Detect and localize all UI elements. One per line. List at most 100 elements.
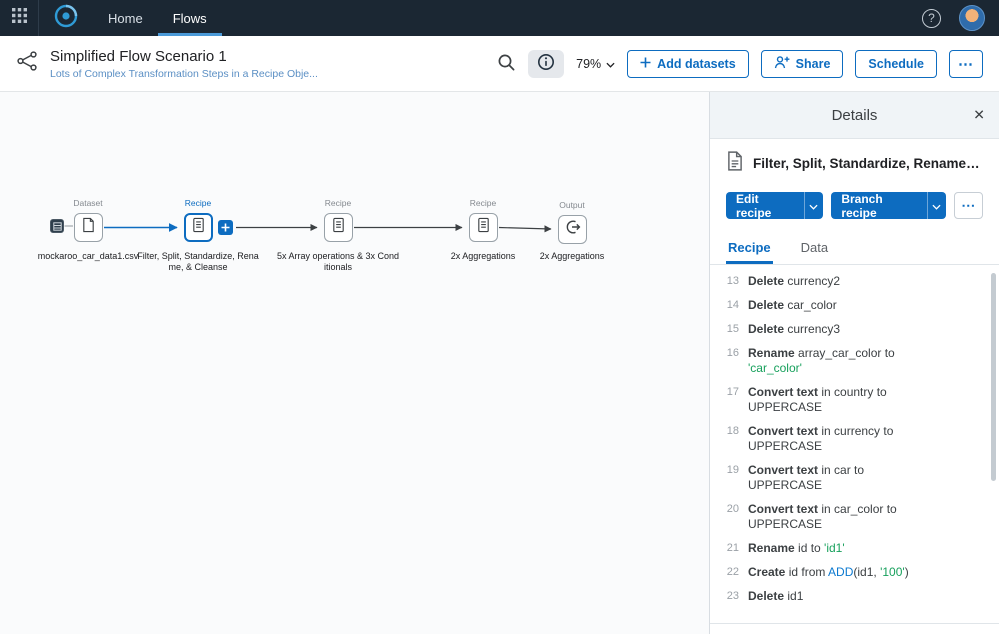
recipe-step-row[interactable]: 18 Convert text in currency to UPPERCASE [710,419,999,458]
recipe-icon [191,217,206,238]
nav-flows[interactable]: Flows [157,0,222,36]
edit-recipe-button[interactable]: Edit recipe [726,192,804,220]
branch-recipe-split-button: Branch recipe [831,192,947,220]
help-icon[interactable]: ? [922,8,941,28]
node-recipe-2[interactable] [324,213,353,242]
node-recipe-1[interactable] [184,213,213,242]
recipe-step-row[interactable]: 22 Create id from ADD(id1, '100') [710,560,999,584]
step-number: 17 [726,385,739,398]
schedule-label: Schedule [868,56,924,71]
details-title: Details [831,106,878,124]
recipe-step-row[interactable]: 14 Delete car_color [710,293,999,317]
details-item: Filter, Split, Standardize, Rename, & Cl… [710,139,999,184]
step-text: Convert text in country to UPPERCASE [748,384,887,414]
node-type-label: Dataset [73,198,103,208]
search-icon [497,53,516,75]
recipe-icon [476,217,491,238]
recipe-step-row[interactable]: 21 Rename id to 'id1' [710,536,999,560]
node-output[interactable] [558,215,587,244]
page-subtitle: Lots of Complex Transformation Steps in … [50,67,318,80]
flow-titles: Simplified Flow Scenario 1 Lots of Compl… [50,48,318,80]
recipe-step-row[interactable]: 15 Delete currency3 [710,317,999,341]
step-number: 13 [726,274,739,287]
primary-nav: Home Flows [93,0,222,36]
step-number: 22 [726,565,739,578]
header-more-button[interactable]: ⋯ [949,49,983,78]
flow-header: Simplified Flow Scenario 1 Lots of Compl… [0,36,999,92]
plus-icon [640,57,651,71]
recipe-icon [331,217,346,238]
node-type-label: Recipe [324,198,352,208]
schedule-button[interactable]: Schedule [855,49,937,78]
node-label: 5x Array operations & 3x Conditionals [276,251,400,272]
recipe-step-row[interactable]: 20 Convert text in car_color to UPPERCASE [710,497,999,536]
node-type-label: Recipe [184,198,212,208]
step-text: Convert text in currency to UPPERCASE [748,423,894,453]
step-number: 14 [726,298,739,311]
imported-dataset-icon[interactable] [50,219,64,233]
node-label: Filter, Split, Standardize, Rename, & Cl… [137,251,259,272]
share-person-icon [774,55,790,72]
step-number: 20 [726,502,739,515]
node-recipe-3[interactable] [469,213,498,242]
scrollbar[interactable] [991,273,996,481]
avatar[interactable] [959,5,985,31]
add-datasets-label: Add datasets [657,56,736,71]
tab-recipe[interactable]: Recipe [726,231,773,264]
recipe-step-row[interactable]: 16 Rename array_car_color to 'car_color' [710,341,999,380]
step-text: Convert text in car_color to UPPERCASE [748,501,897,531]
node-dataset[interactable] [74,213,103,242]
add-datasets-button[interactable]: Add datasets [627,49,749,78]
node-type-label: Output [559,200,585,210]
chevron-down-icon [932,197,942,215]
step-number: 15 [726,322,739,335]
chevron-down-icon [809,197,818,215]
plus-icon [221,219,230,237]
step-text: Delete currency2 [748,273,841,288]
page-title: Simplified Flow Scenario 1 [50,47,227,65]
close-icon[interactable]: ✕ [973,107,985,124]
flow-canvas[interactable]: Dataset mockaroo_car_data1.csv Recipe Fi… [0,92,709,634]
step-number: 21 [726,541,739,554]
recipe-step-row[interactable]: 13 Delete currency2 [710,269,999,293]
details-panel: Details ✕ Filter, Split, Standardize, Re… [709,92,999,634]
branch-recipe-caret-button[interactable] [926,192,947,219]
recipe-steps-list: 13 Delete currency2 14 Delete car_color 15 De… [710,265,999,624]
branch-recipe-button[interactable]: Branch recipe [831,192,927,220]
chevron-down-icon [606,57,615,71]
main-area: Dataset mockaroo_car_data1.csv Recipe Fi… [0,92,999,634]
flow-edges [64,223,552,233]
recipe-step-row[interactable]: 19 Convert text in car to UPPERCASE [710,458,999,497]
edit-recipe-caret-button[interactable] [803,192,824,219]
dataset-file-icon [81,217,96,238]
logo-icon [53,3,79,34]
info-button[interactable] [528,49,565,78]
zoom-level: 79% [576,56,602,71]
node-type-label: Recipe [469,198,497,208]
step-text: Delete id1 [748,588,804,603]
brand-logo[interactable] [39,0,93,36]
details-tabs: Recipe Data [710,231,999,265]
recipe-step-row[interactable]: 23 Delete id1 [710,584,999,608]
add-node-button[interactable] [218,220,233,235]
grid-icon [11,8,27,28]
step-text: Delete currency3 [748,321,841,336]
zoom-control[interactable]: 79% [576,57,615,71]
details-buttons: Edit recipe Branch recipe ⋯ [710,184,999,231]
info-icon [537,53,555,74]
search-button[interactable] [497,53,516,75]
step-text: Rename array_car_color to 'car_color' [748,345,895,375]
share-label: Share [795,56,831,71]
nav-home[interactable]: Home [93,0,158,36]
details-header: Details ✕ [710,92,999,139]
flow-icon [16,50,38,77]
details-item-title: Filter, Split, Standardize, Rename, & Cl… [753,156,983,171]
tab-data[interactable]: Data [799,231,830,264]
step-text: Rename id to 'id1' [748,540,845,555]
details-more-button[interactable]: ⋯ [954,192,984,219]
app-launcher-button[interactable] [0,0,38,36]
share-button[interactable]: Share [760,49,844,78]
output-icon [565,219,581,240]
topbar: Home Flows ? [0,0,999,36]
recipe-step-row[interactable]: 17 Convert text in country to UPPERCASE [710,380,999,419]
